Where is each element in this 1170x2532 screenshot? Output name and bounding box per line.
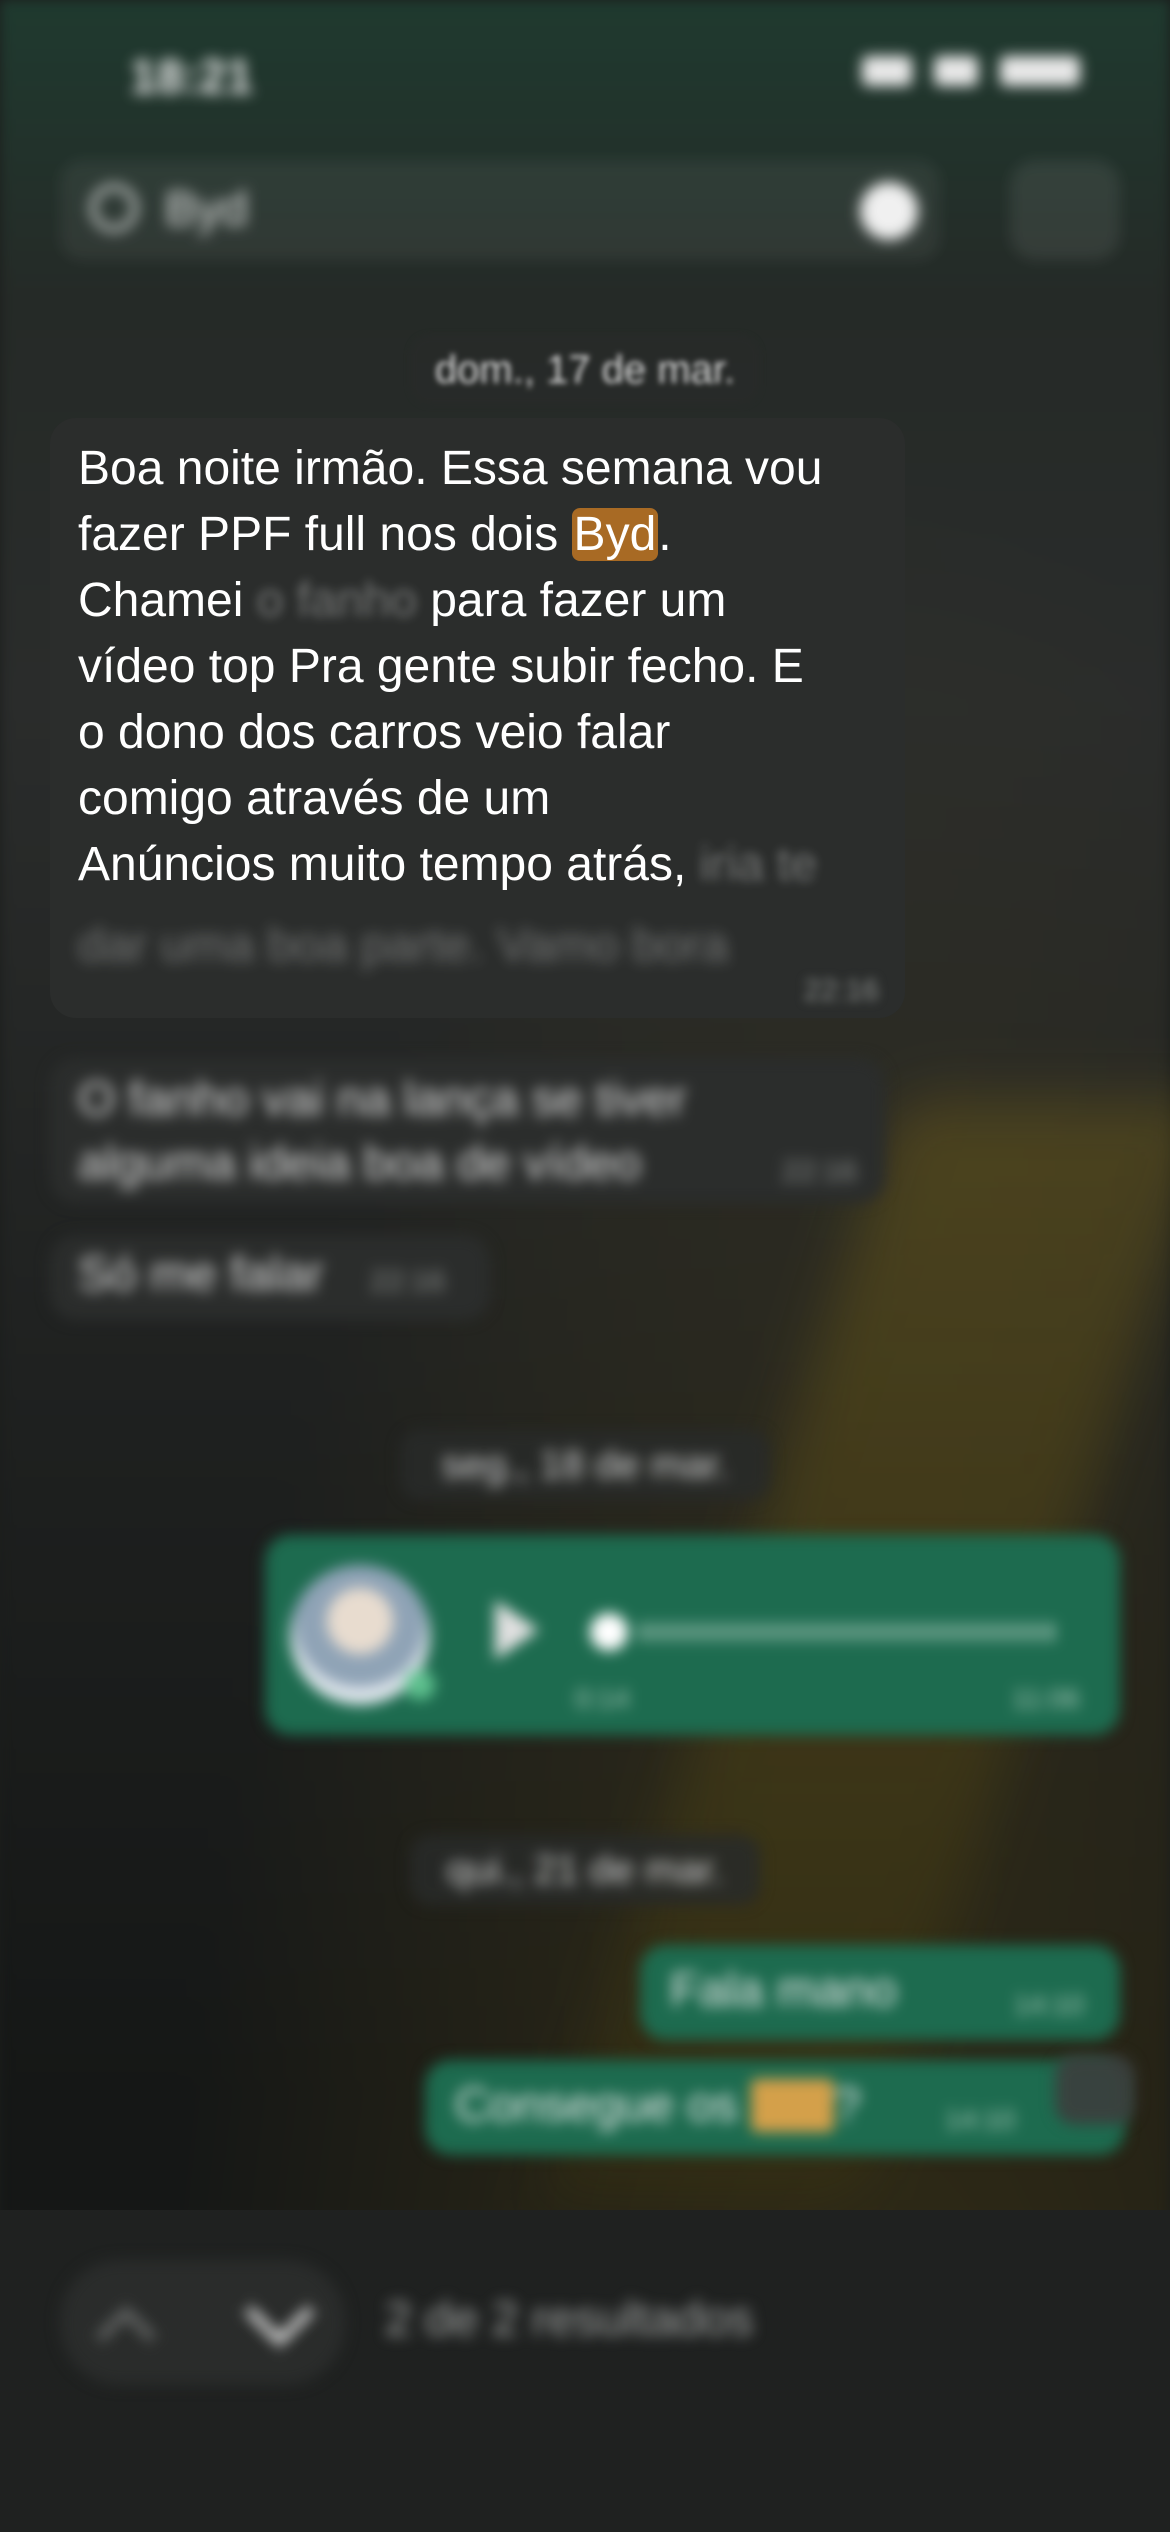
message-timestamp: 22:16 — [781, 1155, 857, 1188]
wifi-icon — [934, 56, 978, 86]
signal-icon — [862, 56, 912, 86]
audio-scrubber[interactable] — [590, 1613, 628, 1651]
message-line: Boa noite irmão. Essa semana vou — [78, 442, 823, 495]
message-text: Fala mano — [670, 1964, 897, 2017]
play-icon[interactable] — [495, 1600, 539, 1660]
battery-icon — [1000, 56, 1080, 86]
date-separator: seg., 18 de mar. — [400, 1430, 770, 1500]
message-timestamp: 22:16 — [370, 1265, 446, 1298]
search-field[interactable]: Byd — [60, 160, 940, 260]
search-icon — [90, 184, 138, 232]
message-line: fazer PPF full nos dois Byd. — [78, 502, 878, 568]
search-highlight: Byd — [751, 2079, 834, 2132]
message-line: comigo através de um — [78, 772, 551, 825]
message-text: O fanho vai na lança se tiver alguma ide… — [78, 1073, 687, 1190]
status-icons — [862, 56, 1080, 86]
date-separator: dom., 17 de mar. — [410, 335, 760, 405]
message-line: o dono dos carros veio falar — [78, 706, 671, 759]
message-timestamp: 22:16 — [803, 974, 879, 1007]
search-input[interactable]: Byd — [165, 182, 248, 237]
message-timestamp: 14:10 — [1013, 1989, 1084, 2020]
message-line: vídeo top Pra gente subir fecho. E — [78, 640, 804, 693]
message-text: Só me falar — [78, 1248, 324, 1301]
status-time: 18:21 — [130, 51, 253, 104]
voice-duration: 0:14 — [575, 1683, 630, 1714]
audio-waveform[interactable] — [640, 1623, 1060, 1641]
search-results-bar: 2 de 2 resultados — [0, 2210, 1170, 2532]
message-fragment: ? — [833, 2079, 861, 2132]
search-row: Byd — [60, 160, 1130, 260]
message-fragment-blurred: o fanho — [243, 574, 417, 627]
message-fragment: . — [658, 508, 672, 561]
clear-search-icon[interactable] — [860, 182, 918, 240]
message-timestamp: 14:10 — [944, 2104, 1015, 2135]
message-timestamp: 11:06 — [1012, 1683, 1080, 1714]
search-highlight: Byd — [571, 508, 659, 561]
message-line: Anúncios muito tempo atrás, iria te — [78, 832, 878, 898]
message-fragment: Chamei — [78, 574, 244, 627]
message-bubble-outgoing[interactable]: Fala mano 14:10 — [640, 1945, 1120, 2040]
message-text: Consegue os Byd? — [455, 2078, 861, 2133]
status-bar: 18:21 — [0, 0, 1170, 150]
message-bubble-incoming[interactable]: O fanho vai na lança se tiver alguma ide… — [50, 1058, 885, 1203]
message-line-blurred: dar uma boa parte. Vamo bora — [78, 919, 729, 972]
date-separator: qui., 21 de mar. — [410, 1835, 760, 1905]
message-fragment: para fazer um — [416, 574, 727, 627]
message-fragment-blurred: iria te — [686, 838, 818, 891]
message-bubble-outgoing[interactable]: Consegue os Byd? 14:10 — [425, 2060, 1125, 2155]
results-count: 2 de 2 resultados — [385, 2293, 754, 2346]
message-bubble-incoming[interactable]: Boa noite irmão. Essa semana vou fazer P… — [50, 418, 905, 1018]
message-fragment: Consegue os — [455, 2079, 752, 2132]
message-line: Chamei o fanho para fazer um — [78, 568, 878, 634]
close-search-button[interactable] — [1010, 160, 1120, 260]
message-fragment: Anúncios muito tempo atrás, — [78, 838, 687, 891]
message-bubble-incoming[interactable]: Só me falar 22:16 — [50, 1235, 490, 1320]
message-text: Boa noite irmão. Essa semana vou fazer P… — [78, 436, 878, 898]
message-fragment: fazer PPF full nos dois — [78, 508, 572, 561]
mic-icon — [405, 1670, 435, 1700]
scroll-to-bottom-button[interactable] — [1055, 2055, 1135, 2125]
voice-message-bubble[interactable]: 0:14 11:06 — [265, 1535, 1120, 1735]
